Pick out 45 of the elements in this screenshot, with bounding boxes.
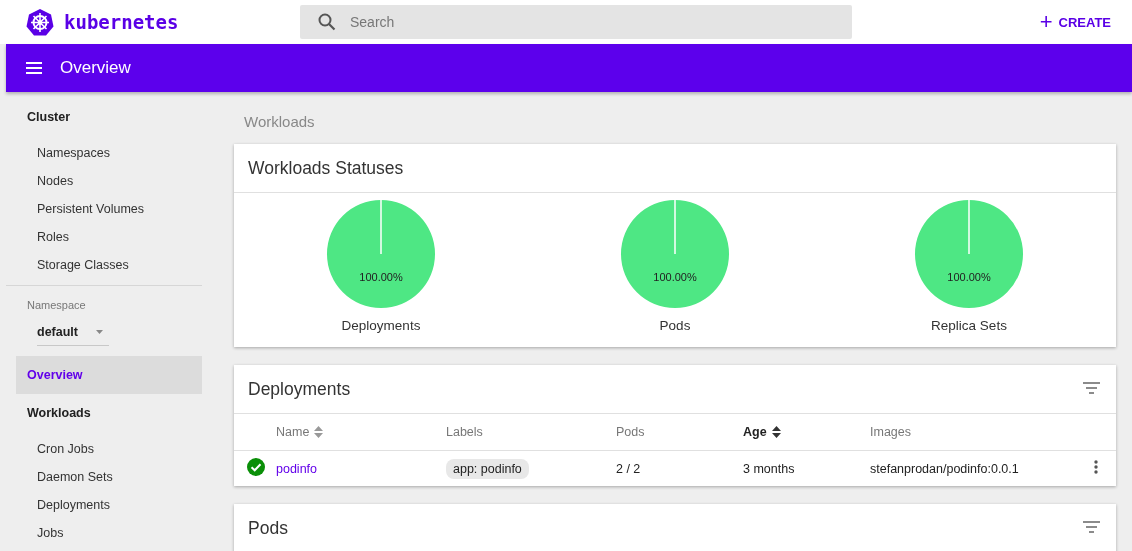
- deployment-link[interactable]: podinfo: [276, 461, 317, 476]
- sort-icon: [771, 426, 781, 438]
- nav-item[interactable]: Daemon Sets: [6, 463, 202, 491]
- value-label: 100.00%: [653, 271, 697, 283]
- create-button[interactable]: + CREATE: [1035, 7, 1115, 37]
- value-label: 100.00%: [947, 271, 991, 283]
- search-input[interactable]: Search: [348, 13, 752, 31]
- nav-item[interactable]: Persistent Volumes: [6, 195, 202, 223]
- column-header[interactable]: Labels: [446, 425, 483, 439]
- nav-item[interactable]: Roles: [6, 223, 202, 251]
- column-header[interactable]: Images: [870, 425, 911, 439]
- sort-icon: [314, 426, 324, 438]
- namespace-select[interactable]: default: [37, 325, 109, 346]
- nav-item[interactable]: Cron Jobs: [6, 435, 202, 463]
- search-field[interactable]: Search: [300, 5, 852, 39]
- section-title: Workloads: [26, 406, 92, 422]
- chart-label: Deployments: [341, 318, 421, 333]
- column-header[interactable]: Name: [276, 425, 324, 439]
- label-tag: app: podinfo: [446, 458, 529, 479]
- card-title: Pods: [248, 517, 288, 539]
- nav-item[interactable]: Deployments: [6, 491, 202, 519]
- section-title: Cluster: [26, 110, 72, 126]
- table-cell: 3 months: [743, 461, 795, 476]
- table-cell: stefanprodan/podinfo:0.0.1: [870, 461, 1019, 476]
- column-header[interactable]: Pods: [616, 425, 645, 439]
- chart-label: Pods: [659, 318, 691, 333]
- nav-item[interactable]: Storage Classes: [6, 251, 202, 279]
- namespace-label: Namespace: [26, 299, 87, 311]
- nav-item[interactable]: Nodes: [6, 167, 202, 195]
- breadcrumb: Workloads: [244, 113, 316, 132]
- nav-item[interactable]: Namespaces: [6, 139, 202, 167]
- caret-icon: [96, 330, 103, 334]
- logo-icon: [26, 8, 54, 36]
- chart-label: Replica Sets: [931, 318, 1007, 333]
- nav-item[interactable]: Jobs: [6, 519, 202, 547]
- logo-text: kubernetes: [64, 11, 179, 33]
- card-title: Workloads Statuses: [248, 157, 404, 179]
- card-title: Deployments: [248, 378, 351, 400]
- value-label: 100.00%: [359, 271, 403, 283]
- page-title: Overview: [60, 58, 131, 78]
- search-icon: [318, 13, 336, 31]
- table-cell: 2 / 2: [616, 461, 641, 476]
- nav-item[interactable]: Overview: [16, 356, 202, 394]
- menu-icon[interactable]: [26, 62, 42, 74]
- column-header[interactable]: Age: [743, 425, 781, 439]
